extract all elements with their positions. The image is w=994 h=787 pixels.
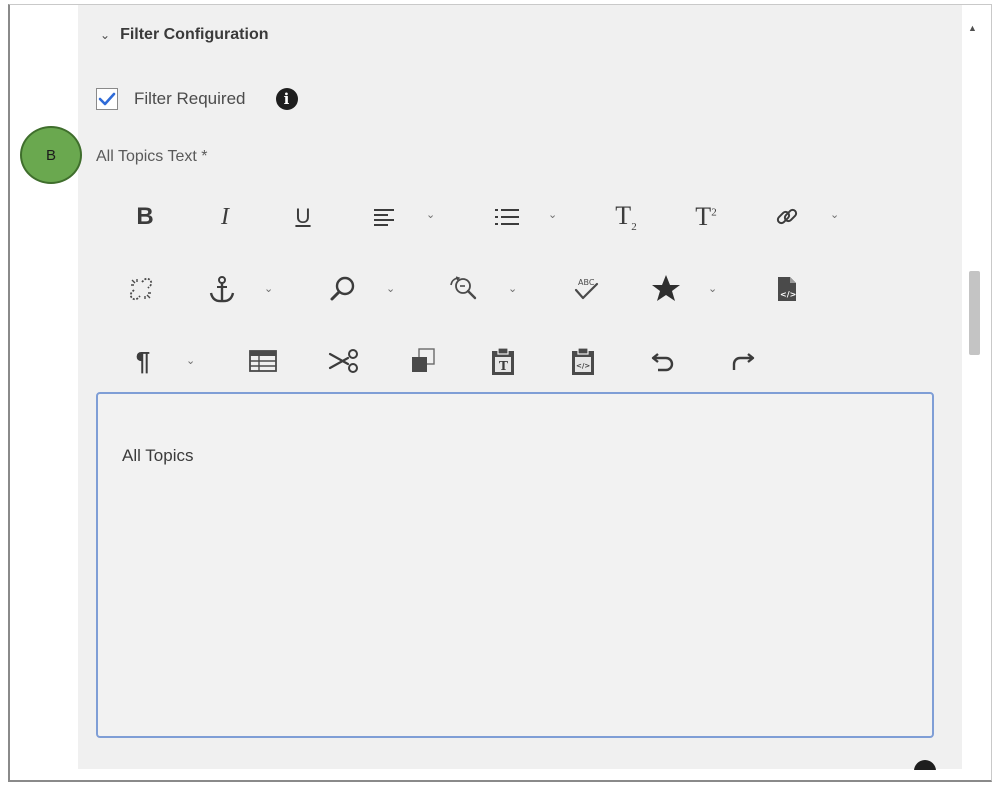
superscript-icon: T2 <box>695 202 717 231</box>
link-button[interactable] <box>770 200 804 234</box>
svg-text:T: T <box>499 359 508 373</box>
paste-text-icon: T <box>492 347 514 375</box>
find-dropdown-caret[interactable]: ⌄ <box>386 282 395 295</box>
table-button[interactable] <box>246 344 280 378</box>
paragraph-format-button[interactable]: ¶ <box>126 344 160 378</box>
rich-text-editor[interactable]: All Topics <box>96 392 934 738</box>
section-title: Filter Configuration <box>120 26 269 43</box>
cut-button[interactable] <box>326 344 362 378</box>
italic-button[interactable]: I <box>208 200 242 234</box>
triangle-up-icon[interactable]: ▲ <box>968 23 977 33</box>
svg-text:ABC: ABC <box>578 278 595 287</box>
paste-text-button[interactable]: T <box>486 344 520 378</box>
cut-icon <box>328 349 358 373</box>
paragraph-dropdown-caret[interactable]: ⌄ <box>186 354 195 367</box>
copy-icon <box>412 348 435 372</box>
subscript-icon: T2 <box>615 200 637 234</box>
source-edit-button[interactable]: </> <box>770 272 804 306</box>
svg-text:</>: </> <box>576 362 590 370</box>
redo-button[interactable] <box>726 344 760 378</box>
svg-text:</>: </> <box>780 290 796 299</box>
filter-required-row: Filter Required i <box>96 88 298 110</box>
unlink-button[interactable] <box>124 272 158 306</box>
unlink-icon <box>129 277 153 301</box>
link-dropdown-caret[interactable]: ⌄ <box>830 208 839 221</box>
scrollbar-thumb[interactable] <box>969 271 980 355</box>
undo-icon <box>651 353 674 372</box>
special-characters-dropdown-caret[interactable]: ⌄ <box>708 282 717 295</box>
find-replace-button[interactable] <box>446 272 482 306</box>
filter-required-label[interactable]: Filter Required <box>134 89 246 109</box>
paste-html-button[interactable]: </> <box>566 344 600 378</box>
redo-icon <box>732 353 755 370</box>
chevron-down-icon[interactable]: ⌄ <box>100 28 110 42</box>
find-icon <box>330 276 355 301</box>
find-button[interactable] <box>326 272 360 306</box>
filter-required-checkbox[interactable] <box>96 88 118 110</box>
special-characters-button[interactable] <box>648 270 684 306</box>
paste-html-icon: </> <box>572 347 594 375</box>
spellcheck-icon: ABC <box>574 278 599 300</box>
anchor-button[interactable] <box>204 272 240 308</box>
info-icon[interactable] <box>914 760 936 770</box>
section-header-filter-configuration[interactable]: ⌄ Filter Configuration <box>100 26 269 44</box>
find-replace-dropdown-caret[interactable]: ⌄ <box>508 282 517 295</box>
editor-content[interactable]: All Topics <box>122 446 194 466</box>
list-icon <box>495 209 519 225</box>
align-button[interactable] <box>368 200 402 234</box>
anchor-icon <box>209 276 235 303</box>
paragraph-icon: ¶ <box>135 345 151 376</box>
vertical-scrollbar[interactable]: ▲ <box>962 5 986 769</box>
list-button[interactable] <box>490 200 524 234</box>
copy-button[interactable] <box>406 344 440 378</box>
link-icon <box>776 208 798 225</box>
source-edit-icon: </> <box>778 277 796 301</box>
spellcheck-button[interactable]: ABC <box>568 272 604 306</box>
undo-button[interactable] <box>646 344 680 378</box>
align-dropdown-caret[interactable]: ⌄ <box>426 208 435 221</box>
align-icon <box>374 209 394 226</box>
annotation-badge: B <box>20 126 82 184</box>
anchor-dropdown-caret[interactable]: ⌄ <box>264 282 273 295</box>
all-topics-text-label: All Topics Text * <box>96 148 208 165</box>
checkmark-icon <box>98 92 116 106</box>
star-icon <box>652 275 680 301</box>
next-field-row <box>96 760 936 770</box>
subscript-button[interactable]: T2 <box>606 200 646 234</box>
find-replace-icon <box>450 276 477 300</box>
bold-button[interactable]: B <box>128 200 162 234</box>
underline-icon: U <box>295 205 311 228</box>
underline-button[interactable]: U <box>286 200 320 234</box>
superscript-button[interactable]: T2 <box>686 200 726 234</box>
table-icon <box>249 350 277 372</box>
bold-icon: B <box>136 203 154 230</box>
info-icon[interactable]: i <box>275 88 298 110</box>
list-dropdown-caret[interactable]: ⌄ <box>548 208 557 221</box>
italic-icon: I <box>221 203 229 230</box>
